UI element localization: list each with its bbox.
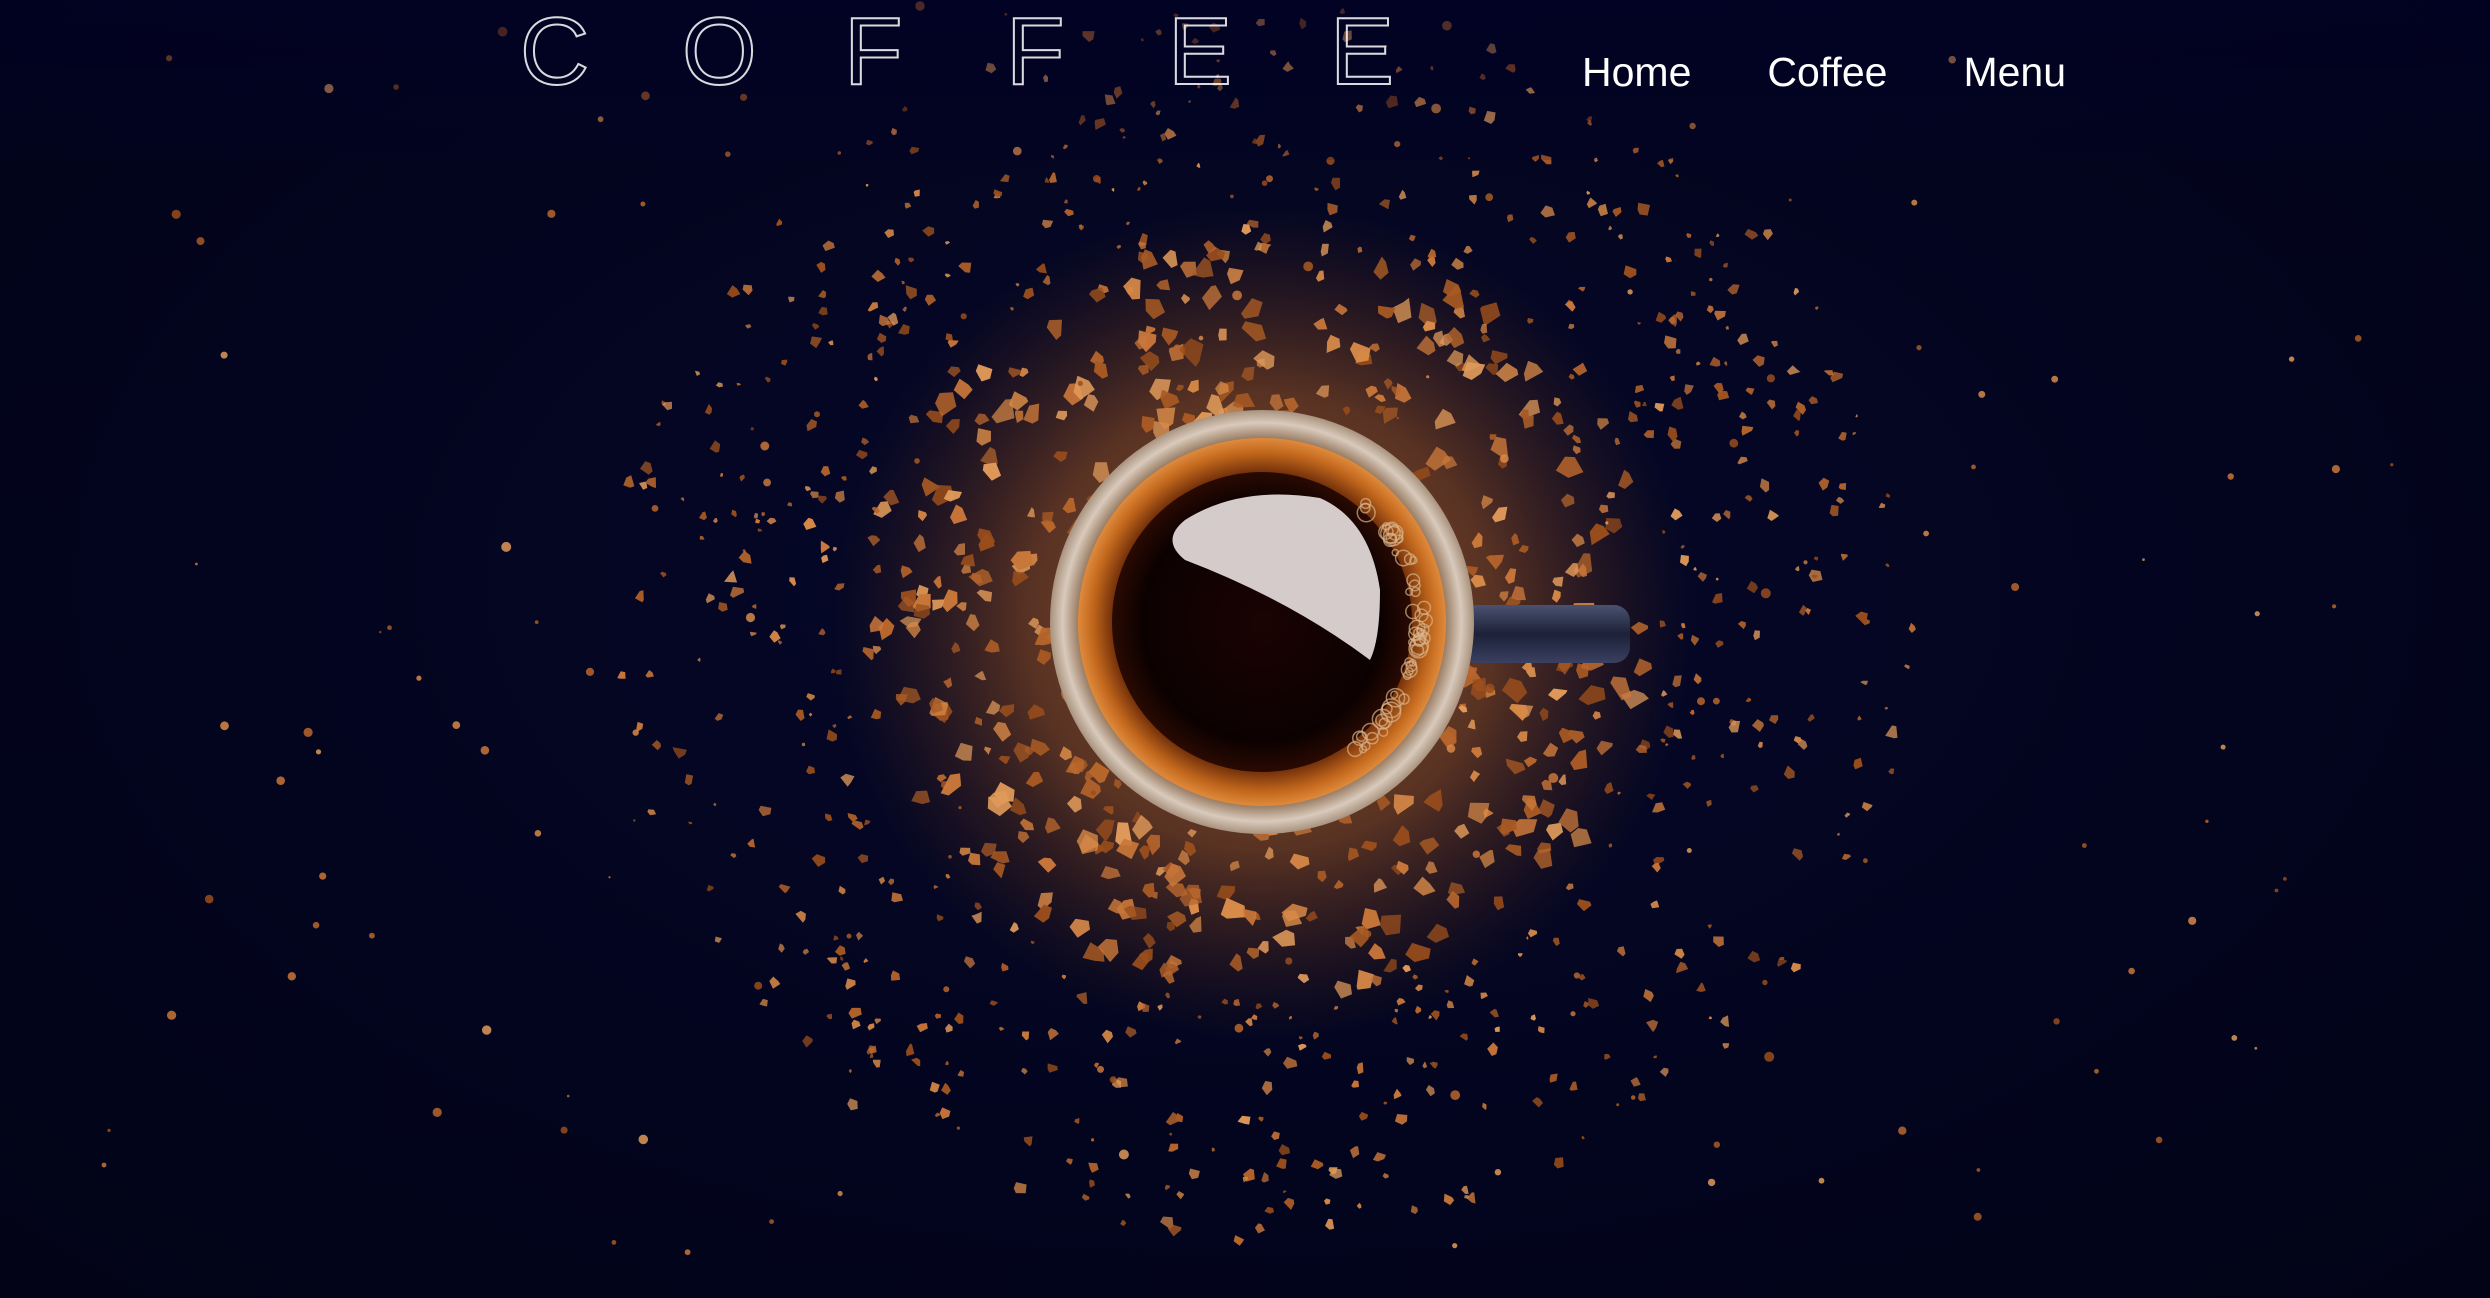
logo-letter: F	[843, 0, 904, 105]
logo-letter: O	[681, 0, 758, 105]
hero-image	[101, 1, 2394, 1256]
logo-letter: E	[1167, 0, 1233, 105]
logo-letter: E	[1329, 0, 1395, 105]
logo-letter: F	[1005, 0, 1066, 105]
site-logo[interactable]: COFFEE	[519, 0, 1492, 105]
nav-coffee-link[interactable]: Coffee	[1767, 46, 1887, 98]
page: COFFEE Home Coffee Menu	[0, 0, 2490, 1298]
nav-home-link[interactable]: Home	[1582, 46, 1691, 98]
logo-letter: C	[519, 0, 590, 105]
nav-menu-link[interactable]: Menu	[1963, 46, 2066, 98]
header: COFFEE Home Coffee Menu	[0, 0, 2490, 160]
main-nav: Home Coffee Menu	[1582, 46, 2142, 98]
cup-handle	[1460, 605, 1630, 663]
